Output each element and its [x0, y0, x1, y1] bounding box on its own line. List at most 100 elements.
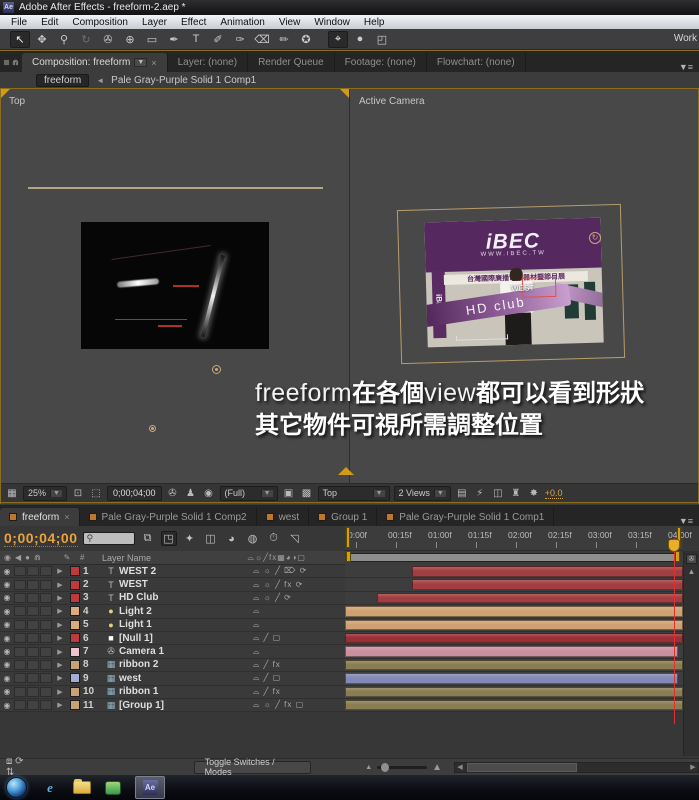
menu-item-file[interactable]: File [4, 17, 34, 28]
avfl-toggle[interactable] [40, 580, 52, 590]
timeline-scrollbar[interactable]: ✇ ▲ [683, 551, 699, 756]
timeline-bar-row[interactable] [345, 605, 683, 618]
time-ruler[interactable]: 0:00f00:15f01:00f01:15f02:00f02:15f03:00… [345, 526, 683, 551]
playhead-line[interactable] [674, 538, 675, 724]
label-color-swatch[interactable] [70, 673, 80, 683]
avfl-toggle[interactable] [14, 606, 26, 616]
pan-behind-tool[interactable]: ⊕ [120, 31, 140, 48]
expand-render-pane-icon[interactable]: ⟳ [15, 756, 23, 767]
graph-editor-icon[interactable]: ◹ [287, 532, 303, 545]
avfl-toggle[interactable] [27, 660, 39, 670]
layer-name[interactable]: Camera 1 [119, 646, 253, 657]
avfl-toggle[interactable] [40, 593, 52, 603]
pixel-aspect-icon[interactable]: ▤ [455, 488, 469, 499]
playhead-handle[interactable] [668, 539, 680, 552]
label-color-swatch[interactable] [70, 633, 80, 643]
hide-shy-icon[interactable]: ✦ [182, 532, 198, 545]
panel-tab-4[interactable]: Flowchart: (none) [427, 53, 526, 72]
timeline-tab-3[interactable]: Group 1 [309, 508, 377, 526]
transparency-grid-icon[interactable]: ▩ [300, 488, 314, 499]
avfl-toggle[interactable] [14, 566, 26, 576]
layer-name[interactable]: HD Club [119, 592, 253, 603]
video-eye-icon[interactable]: ◉ [0, 687, 14, 696]
menu-item-window[interactable]: Window [307, 17, 357, 28]
timeline-bar-row[interactable] [345, 592, 683, 605]
avfl-toggle[interactable] [14, 700, 26, 710]
viewer-timecode[interactable]: 0;00;04;00 [107, 486, 162, 501]
label-color-swatch[interactable] [70, 687, 80, 697]
layer-switches[interactable]: ⌓ ╱ ▢ [253, 673, 345, 683]
timeline-bar-row[interactable] [345, 619, 683, 632]
expand-arrow-icon[interactable]: ▶ [53, 567, 67, 575]
media-app-icon[interactable] [105, 781, 121, 795]
label-color-swatch[interactable] [70, 580, 80, 590]
layer-name[interactable]: [Group 1] [119, 700, 253, 711]
expand-arrow-icon[interactable]: ▶ [53, 688, 67, 696]
selection-tool[interactable]: ↖ [10, 31, 30, 48]
avfl-toggle[interactable] [27, 700, 39, 710]
label-color-swatch[interactable] [70, 566, 80, 576]
layer-row[interactable]: ◉▶10▦ribbon 1⌓ ╱ fx [0, 686, 345, 699]
avfl-toggle[interactable] [40, 700, 52, 710]
layer-switches[interactable]: ⌓ [253, 647, 345, 657]
layer-switches[interactable]: ⌓ ☼ ╱ fx ⟳ [253, 580, 345, 590]
composition-viewer[interactable]: Top Active Camera iBEC WWW.IBEC.TW [1, 89, 698, 483]
layer-name[interactable]: [Null 1] [119, 633, 253, 644]
layer-duration-bar[interactable] [345, 673, 678, 684]
avfl-toggle[interactable] [27, 673, 39, 683]
avfl-toggle[interactable] [40, 673, 52, 683]
chevron-down-icon[interactable]: ▼ [134, 58, 147, 67]
show-snapshot-icon[interactable]: ♟ [184, 488, 198, 499]
panel-tab-0[interactable]: Composition: freeform▼× [22, 53, 168, 72]
avfl-toggle[interactable] [14, 633, 26, 643]
start-button[interactable] [6, 777, 27, 798]
menu-item-edit[interactable]: Edit [34, 17, 65, 28]
timeline-bar-row[interactable] [345, 645, 683, 658]
menu-item-animation[interactable]: Animation [213, 17, 271, 28]
layer-switches[interactable]: ⌓ ╱ ▢ [253, 633, 345, 643]
timeline-bar-row[interactable] [345, 659, 683, 672]
layer-switches[interactable]: ⌓ ╱ fx [253, 660, 345, 670]
shape-tool[interactable]: ▭ [142, 31, 162, 48]
index-column-header[interactable]: # [80, 553, 102, 562]
region-of-interest-icon[interactable]: ⬚ [89, 488, 103, 499]
avfl-toggle[interactable] [14, 673, 26, 683]
search-input[interactable]: ⚲ [83, 532, 135, 545]
layer-switches[interactable]: ⌓ ☼ ╱ fx ▢ [253, 700, 345, 710]
timeline-tab-2[interactable]: west [257, 508, 310, 526]
lock-icon[interactable]: ⋒ [12, 58, 19, 67]
frame-blend-icon[interactable]: ◫ [203, 532, 219, 545]
menu-item-layer[interactable]: Layer [135, 17, 174, 28]
timeline-bar-row[interactable] [345, 699, 683, 712]
expand-arrow-icon[interactable]: ▶ [53, 648, 67, 656]
avfl-toggle[interactable] [27, 593, 39, 603]
motion-blur-icon[interactable]: ◕ [224, 533, 240, 545]
timeline-bar-row[interactable] [345, 578, 683, 591]
avfl-toggle[interactable] [40, 687, 52, 697]
expand-arrow-icon[interactable]: ▶ [53, 674, 67, 682]
layer-row[interactable]: ◉▶6■[Null 1]⌓ ╱ ▢ [0, 632, 345, 645]
internet-explorer-icon[interactable]: e [41, 780, 59, 796]
expand-arrow-icon[interactable]: ▶ [53, 701, 67, 709]
resolution-select[interactable]: (Full)▼ [220, 486, 278, 501]
video-eye-icon[interactable]: ◉ [0, 580, 14, 589]
menu-item-effect[interactable]: Effect [174, 17, 213, 28]
video-eye-icon[interactable]: ◉ [0, 701, 14, 710]
avfl-toggle[interactable] [27, 633, 39, 643]
timeline-bar-row[interactable] [345, 565, 683, 578]
timeline-button-icon[interactable]: ◫ [491, 488, 505, 499]
scroll-right-icon[interactable]: ▶ [688, 763, 698, 771]
close-icon[interactable]: × [151, 58, 156, 68]
zoom-tool[interactable]: ⚲ [54, 31, 74, 48]
expand-arrow-icon[interactable]: ▶ [53, 607, 67, 615]
rotation-tool[interactable]: ↻ [76, 31, 96, 48]
work-area-start-handle[interactable] [346, 551, 351, 562]
timeline-bar-row[interactable] [345, 632, 683, 645]
after-effects-taskbar-icon[interactable]: Ae [135, 776, 165, 799]
pen-tool[interactable]: ✒ [164, 31, 184, 48]
layer-row[interactable]: ◉▶1TWEST 2⌓ ☼ ╱ ⌦ ⟳ [0, 565, 345, 578]
avfl-toggle[interactable] [40, 566, 52, 576]
brainstorm-icon[interactable]: ◍ [245, 532, 261, 545]
clone-stamp-tool[interactable]: ✑ [230, 31, 250, 48]
layer-name[interactable]: WEST 2 [119, 566, 253, 577]
